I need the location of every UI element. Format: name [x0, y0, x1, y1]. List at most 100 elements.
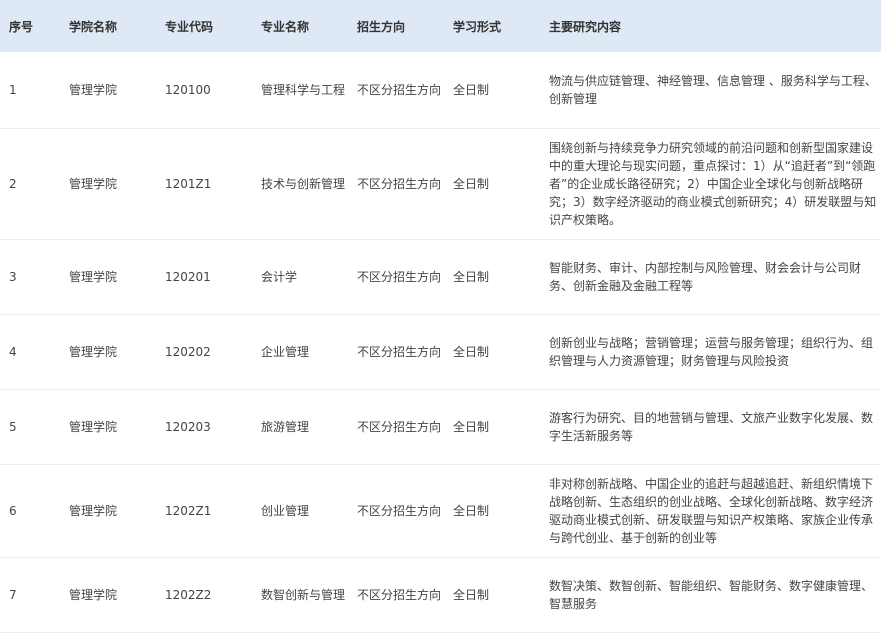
- cell-college-text: 管理学院: [69, 344, 118, 359]
- cell-index: 7: [0, 557, 69, 633]
- cell-major-code-text: 120203: [165, 419, 211, 434]
- cell-index: 6: [0, 464, 69, 558]
- cell-index: 1: [0, 52, 69, 129]
- cell-study-mode-text: 全日制: [453, 176, 490, 191]
- table-row: 6 管理学院 1202Z1 创业管理 不区分招生方向 全日制 非对称创新战略、中国企业的追赶…: [0, 464, 881, 558]
- cell-major-code: 1202Z1: [165, 464, 261, 558]
- cell-study-mode: 全日制: [453, 464, 549, 558]
- cell-college-text: 管理学院: [69, 176, 118, 191]
- cell-major-code: 1202Z2: [165, 557, 261, 633]
- table-row: 7 管理学院 1202Z2 数智创新与管理 不区分招生方向 全日制 数智决策、数智创新、智能…: [0, 557, 881, 633]
- cell-direction: 不区分招生方向: [357, 389, 453, 465]
- cell-study-mode-text: 全日制: [453, 503, 490, 518]
- cell-study-mode: 全日制: [453, 389, 549, 465]
- cell-direction-text: 不区分招生方向: [357, 587, 442, 602]
- cell-major-code: 120203: [165, 389, 261, 465]
- header-direction: 招生方向: [357, 0, 453, 52]
- cell-research-content: 创新创业与战略；营销管理；运营与服务管理；组织行为、组织管理与人力资源管理；财务…: [549, 314, 881, 390]
- cell-major-name: 会计学: [261, 239, 357, 315]
- cell-major-name-text: 管理科学与工程: [261, 82, 346, 97]
- header-college: 学院名称: [69, 0, 165, 52]
- header-index: 序号: [0, 0, 69, 52]
- cell-major-name: 数智创新与管理: [261, 557, 357, 633]
- cell-major-code-text: 120202: [165, 344, 211, 359]
- cell-index: 3: [0, 239, 69, 315]
- table-row: 1 管理学院 120100 管理科学与工程 不区分招生方向 全日制 物流与供应链管理、神经管…: [0, 52, 881, 129]
- cell-research-content: 非对称创新战略、中国企业的追赶与超越追赶、新组织情境下战略创新、生态组织的创业战…: [549, 464, 881, 558]
- cell-index: 5: [0, 389, 69, 465]
- table-header-row: 序号 学院名称 专业代码 专业名称 招生方向 学习形式 主要研究内容: [0, 0, 881, 52]
- cell-college: 管理学院: [69, 389, 165, 465]
- cell-major-name: 技术与创新管理: [261, 128, 357, 240]
- cell-major-name: 企业管理: [261, 314, 357, 390]
- cell-direction-text: 不区分招生方向: [357, 269, 442, 284]
- cell-index-text: 3: [9, 269, 17, 284]
- cell-index: 4: [0, 314, 69, 390]
- table-row: 3 管理学院 120201 会计学 不区分招生方向 全日制 智能财务、审计、内部控制与风险管…: [0, 239, 881, 315]
- cell-research-content: 围绕创新与持续竞争力研究领域的前沿问题和创新型国家建设中的重大理论与现实问题，重…: [549, 128, 881, 240]
- cell-research-content: 物流与供应链管理、神经管理、信息管理 、服务科学与工程、创新管理: [549, 52, 881, 129]
- header-study-mode: 学习形式: [453, 0, 549, 52]
- cell-research-content-text: 物流与供应链管理、神经管理、信息管理 、服务科学与工程、创新管理: [549, 73, 877, 106]
- cell-research-content-text: 游客行为研究、目的地营销与管理、文旅产业数字化发展、数字生活新服务等: [549, 410, 874, 443]
- cell-college-text: 管理学院: [69, 587, 118, 602]
- cell-major-name: 管理科学与工程: [261, 52, 357, 129]
- cell-index-text: 1: [9, 82, 17, 97]
- cell-study-mode-text: 全日制: [453, 269, 490, 284]
- cell-study-mode-text: 全日制: [453, 587, 490, 602]
- cell-major-code: 120100: [165, 52, 261, 129]
- cell-direction: 不区分招生方向: [357, 557, 453, 633]
- cell-major-name-text: 企业管理: [261, 344, 310, 359]
- cell-major-code-text: 120100: [165, 82, 211, 97]
- cell-index-text: 6: [9, 503, 17, 518]
- cell-research-content-text: 非对称创新战略、中国企业的追赶与超越追赶、新组织情境下战略创新、生态组织的创业战…: [549, 476, 874, 545]
- table-body: 1 管理学院 120100 管理科学与工程 不区分招生方向 全日制 物流与供应链管理、神经管…: [0, 52, 881, 633]
- cell-direction: 不区分招生方向: [357, 314, 453, 390]
- cell-research-content-text: 围绕创新与持续竞争力研究领域的前沿问题和创新型国家建设中的重大理论与现实问题，重…: [549, 140, 877, 227]
- cell-major-name: 创业管理: [261, 464, 357, 558]
- cell-college: 管理学院: [69, 52, 165, 129]
- cell-college: 管理学院: [69, 314, 165, 390]
- cell-major-code-text: 1202Z1: [165, 503, 212, 518]
- table-row: 5 管理学院 120203 旅游管理 不区分招生方向 全日制 游客行为研究、目的地营销与管理…: [0, 389, 881, 465]
- cell-index-text: 2: [9, 176, 17, 191]
- cell-college: 管理学院: [69, 239, 165, 315]
- cell-study-mode-text: 全日制: [453, 419, 490, 434]
- cell-college-text: 管理学院: [69, 419, 118, 434]
- table-row: 4 管理学院 120202 企业管理 不区分招生方向 全日制 创新创业与战略；营销管理；运营…: [0, 314, 881, 390]
- cell-research-content: 数智决策、数智创新、智能组织、智能财务、数字健康管理、智慧服务: [549, 557, 881, 633]
- cell-direction: 不区分招生方向: [357, 52, 453, 129]
- cell-direction: 不区分招生方向: [357, 239, 453, 315]
- cell-study-mode: 全日制: [453, 557, 549, 633]
- header-major-code: 专业代码: [165, 0, 261, 52]
- programs-table: 序号 学院名称 专业代码 专业名称 招生方向 学习形式 主要研究内容 1 管理学院…: [0, 0, 881, 633]
- cell-research-content-text: 创新创业与战略；营销管理；运营与服务管理；组织行为、组织管理与人力资源管理；财务…: [549, 335, 874, 368]
- cell-research-content: 智能财务、审计、内部控制与风险管理、财会会计与公司财务、创新金融及金融工程等: [549, 239, 881, 315]
- cell-major-name-text: 数智创新与管理: [261, 587, 346, 602]
- cell-study-mode-text: 全日制: [453, 344, 490, 359]
- cell-direction-text: 不区分招生方向: [357, 344, 442, 359]
- cell-college-text: 管理学院: [69, 269, 118, 284]
- cell-major-code: 120202: [165, 314, 261, 390]
- cell-research-content-text: 数智决策、数智创新、智能组织、智能财务、数字健康管理、智慧服务: [549, 578, 874, 611]
- header-research-content: 主要研究内容: [549, 0, 881, 52]
- cell-research-content-text: 智能财务、审计、内部控制与风险管理、财会会计与公司财务、创新金融及金融工程等: [549, 260, 862, 293]
- cell-research-content: 游客行为研究、目的地营销与管理、文旅产业数字化发展、数字生活新服务等: [549, 389, 881, 465]
- cell-index-text: 4: [9, 344, 17, 359]
- cell-college-text: 管理学院: [69, 82, 118, 97]
- cell-study-mode: 全日制: [453, 314, 549, 390]
- cell-college: 管理学院: [69, 557, 165, 633]
- cell-direction: 不区分招生方向: [357, 464, 453, 558]
- cell-college-text: 管理学院: [69, 503, 118, 518]
- cell-major-name-text: 创业管理: [261, 503, 310, 518]
- cell-major-code-text: 1201Z1: [165, 176, 212, 191]
- cell-index: 2: [0, 128, 69, 240]
- table-row: 2 管理学院 1201Z1 技术与创新管理 不区分招生方向 全日制 围绕创新与持续竞争力研究…: [0, 128, 881, 240]
- cell-direction-text: 不区分招生方向: [357, 176, 442, 191]
- header-major-name: 专业名称: [261, 0, 357, 52]
- cell-major-code-text: 1202Z2: [165, 587, 212, 602]
- cell-major-code: 1201Z1: [165, 128, 261, 240]
- cell-index-text: 7: [9, 587, 17, 602]
- cell-direction-text: 不区分招生方向: [357, 419, 442, 434]
- cell-direction: 不区分招生方向: [357, 128, 453, 240]
